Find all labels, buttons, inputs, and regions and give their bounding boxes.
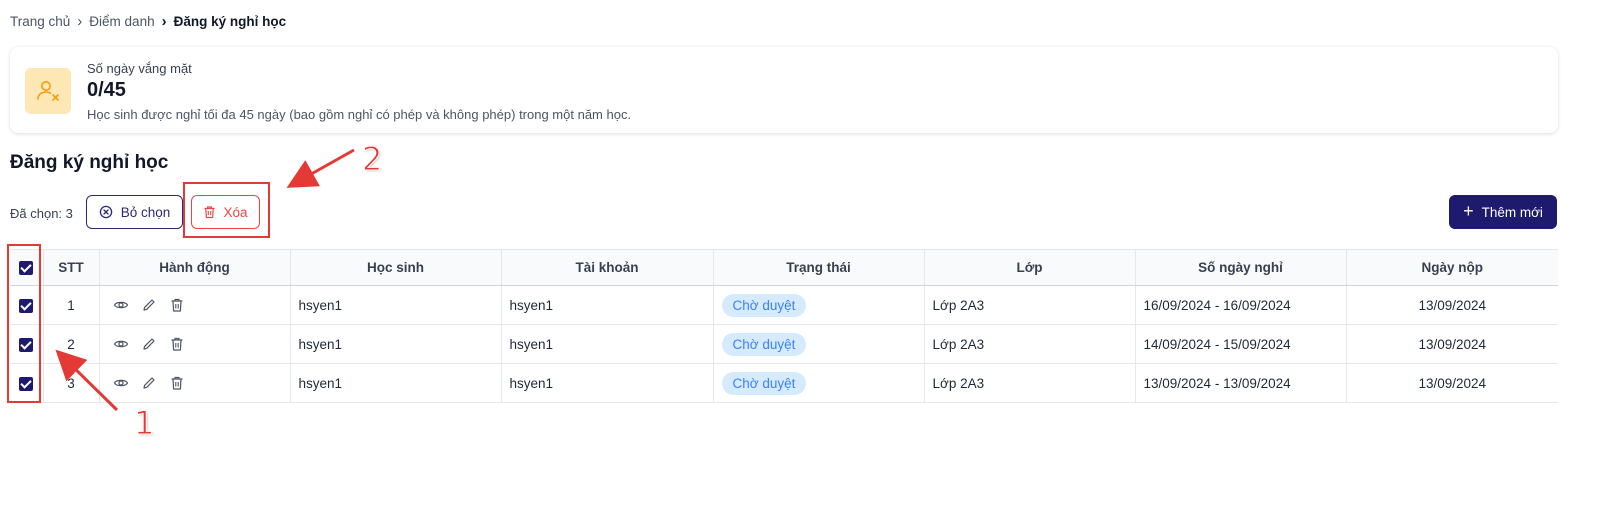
table-header-row: STT Hành động Học sinh Tài khoản Trạng t… <box>10 249 1558 286</box>
leave-days-cell: 16/09/2024 - 16/09/2024 <box>1135 285 1347 325</box>
breadcrumb-attendance[interactable]: Điểm danh <box>89 14 154 29</box>
account-cell: hsyen1 <box>501 285 714 325</box>
user-x-icon <box>25 68 71 114</box>
circle-x-icon <box>99 205 112 219</box>
selected-count: Đã chọn: 3 <box>10 206 73 221</box>
row-actions <box>99 324 291 364</box>
student-cell: hsyen1 <box>290 324 502 364</box>
leave-days-cell: 13/09/2024 - 13/09/2024 <box>1135 363 1347 403</box>
column-header[interactable]: Học sinh <box>290 249 502 286</box>
absence-summary-card: Số ngày vắng mặt 0/45 Học sinh được nghỉ… <box>10 47 1558 133</box>
row-actions <box>99 363 291 403</box>
column-header[interactable]: Tài khoản <box>501 249 714 286</box>
breadcrumb-current: Đăng ký nghỉ học <box>173 14 287 29</box>
row-index: 2 <box>43 324 100 364</box>
eye-icon[interactable] <box>112 296 130 314</box>
absence-label: Số ngày vắng mặt <box>87 61 192 76</box>
row-actions <box>99 285 291 325</box>
submitted-date-cell: 13/09/2024 <box>1346 363 1558 403</box>
absence-count: 0/45 <box>87 79 126 101</box>
eye-icon[interactable] <box>112 335 130 353</box>
student-cell: hsyen1 <box>290 285 502 325</box>
page-title: Đăng ký nghỉ học <box>10 152 169 173</box>
annotation-box-delete <box>183 182 270 238</box>
trash-icon[interactable] <box>168 374 186 392</box>
chevron-right-icon: › <box>161 13 167 30</box>
submitted-date-cell: 13/09/2024 <box>1346 285 1558 325</box>
annotation-arrow-2 <box>286 148 355 188</box>
status-badge: Chờ duyệt <box>721 332 807 356</box>
annotation-box-checkboxes <box>7 244 41 403</box>
account-cell: hsyen1 <box>501 363 714 403</box>
absence-note: Học sinh được nghỉ tối đa 45 ngày (bao g… <box>87 107 632 122</box>
status-cell: Chờ duyệt <box>713 363 925 403</box>
leave-requests-table: STT Hành động Học sinh Tài khoản Trạng t… <box>10 249 1558 403</box>
table-row[interactable]: 2 hsyen1 hsyen1 Chờ duyệt Lớp 2A3 14/09/… <box>10 324 1558 364</box>
status-cell: Chờ duyệt <box>713 285 925 325</box>
class-cell: Lớp 2A3 <box>924 324 1136 364</box>
column-header[interactable]: Ngày nộp <box>1346 249 1558 286</box>
status-badge: Chờ duyệt <box>721 371 807 395</box>
eye-icon[interactable] <box>112 374 130 392</box>
column-header[interactable]: Trạng thái <box>713 249 925 286</box>
add-new-label: Thêm mới <box>1481 204 1543 220</box>
column-header[interactable]: Lớp <box>924 249 1136 286</box>
annotation-number-2: 2 <box>361 140 383 179</box>
status-cell: Chờ duyệt <box>713 324 925 364</box>
column-header[interactable]: Hành động <box>99 249 291 286</box>
trash-icon[interactable] <box>168 335 186 353</box>
row-index: 3 <box>43 363 100 403</box>
status-badge: Chờ duyệt <box>721 293 807 317</box>
student-cell: hsyen1 <box>290 363 502 403</box>
deselect-label: Bỏ chọn <box>120 204 171 220</box>
leave-days-cell: 14/09/2024 - 15/09/2024 <box>1135 324 1347 364</box>
class-cell: Lớp 2A3 <box>924 285 1136 325</box>
pencil-icon[interactable] <box>140 374 158 392</box>
chevron-right-icon: › <box>77 13 83 30</box>
plus-icon: + <box>1463 201 1474 221</box>
trash-icon[interactable] <box>168 296 186 314</box>
annotation-number-1: 1 <box>133 404 155 443</box>
deselect-button[interactable]: Bỏ chọn <box>86 195 183 229</box>
add-new-button[interactable]: + Thêm mới <box>1449 195 1557 229</box>
submitted-date-cell: 13/09/2024 <box>1346 324 1558 364</box>
breadcrumb-home[interactable]: Trang chủ <box>10 14 70 29</box>
table-row[interactable]: 3 hsyen1 hsyen1 Chờ duyệt Lớp 2A3 13/09/… <box>10 363 1558 403</box>
column-header[interactable]: STT <box>43 249 100 286</box>
row-index: 1 <box>43 285 100 325</box>
class-cell: Lớp 2A3 <box>924 363 1136 403</box>
account-cell: hsyen1 <box>501 324 714 364</box>
breadcrumb: Trang chủ › Điểm danh › Đăng ký nghỉ học <box>10 14 286 29</box>
column-header[interactable]: Số ngày nghỉ <box>1135 249 1347 286</box>
table-row[interactable]: 1 hsyen1 hsyen1 Chờ duyệt Lớp 2A3 16/09/… <box>10 285 1558 325</box>
pencil-icon[interactable] <box>140 296 158 314</box>
pencil-icon[interactable] <box>140 335 158 353</box>
